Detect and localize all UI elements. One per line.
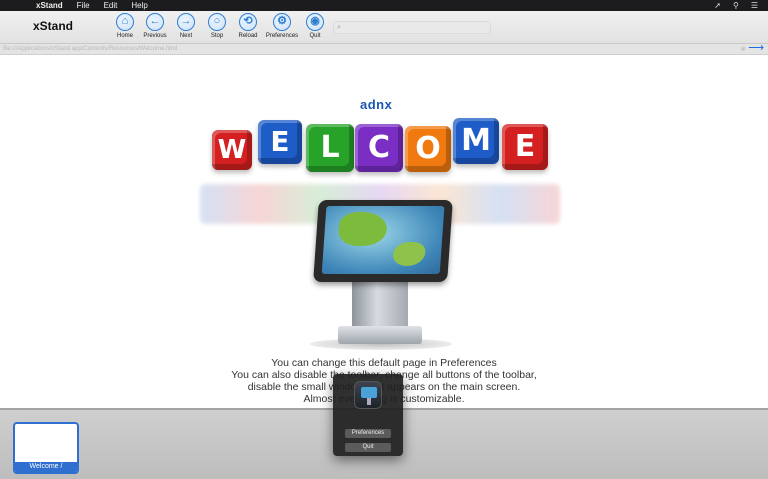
- reload-icon: ⟲: [239, 13, 257, 31]
- kiosk-screen: [313, 200, 453, 282]
- menu-help[interactable]: Help: [131, 0, 147, 11]
- adnx-logo: adnx: [360, 97, 393, 112]
- gear-icon: ⚙: [273, 13, 291, 31]
- welcome-block-4: C: [355, 124, 403, 172]
- continent-shape: [337, 212, 389, 246]
- welcome-block-6: M: [453, 118, 499, 164]
- screen-shape: [361, 387, 377, 398]
- menu-app-name[interactable]: xStand: [36, 0, 63, 11]
- tab-thumbnail-welcome[interactable]: Welcome /: [13, 422, 79, 474]
- popup-quit-button[interactable]: Quit: [345, 443, 391, 452]
- welcome-block-2: E: [258, 120, 302, 164]
- cursor-icon[interactable]: ➚: [714, 1, 721, 10]
- stand-shape: [367, 398, 371, 405]
- welcome-block-3: L: [306, 124, 354, 172]
- globe-quit-icon: ◉: [306, 13, 324, 31]
- web-content: adnx WELCOME You can change this default…: [0, 56, 768, 408]
- globe-icon: ⌂: [116, 13, 134, 31]
- kiosk-stand: [352, 279, 408, 331]
- menu-file[interactable]: File: [77, 0, 90, 11]
- welcome-block-7: E: [502, 124, 548, 170]
- status-icons: ➚ ⚲ ☰: [714, 0, 758, 11]
- arrow-go-icon[interactable]: ⟶: [748, 43, 764, 54]
- popup-preferences-button[interactable]: Preferences: [345, 429, 391, 438]
- quit-button[interactable]: ◉ Quit: [295, 13, 335, 39]
- text-line: You can change this default page in Pref…: [271, 357, 497, 369]
- search-icon[interactable]: ⚲: [733, 1, 739, 10]
- arrow-left-icon: ←: [146, 13, 164, 31]
- toolbar: xStand ⌂ Home ← Previous → Next ○ Stop ⟲…: [0, 11, 768, 44]
- small-window-popup: Preferences Quit: [333, 374, 403, 456]
- clear-icon[interactable]: ⊗: [740, 44, 746, 55]
- menu-bar: xStand File Edit Help ➚ ⚲ ☰: [0, 0, 768, 11]
- xstand-app-icon: [354, 381, 382, 409]
- search-field[interactable]: ⌕: [333, 21, 491, 34]
- menu-list-icon[interactable]: ☰: [751, 1, 758, 10]
- url-field[interactable]: file:///Applications/xStand.app/Contents…: [3, 44, 177, 55]
- continent-shape: [392, 242, 426, 266]
- menu-edit[interactable]: Edit: [104, 0, 118, 11]
- stop-icon: ○: [208, 13, 226, 31]
- tab-label: Welcome /: [15, 462, 77, 472]
- app-title: xStand: [33, 19, 74, 33]
- world-map-image: [321, 206, 445, 274]
- quit-label: Quit: [309, 33, 321, 39]
- kiosk-base: [338, 326, 422, 344]
- welcome-block-5: O: [405, 126, 451, 172]
- address-bar: file:///Applications/xStand.app/Contents…: [0, 43, 768, 55]
- arrow-right-icon: →: [177, 13, 195, 31]
- welcome-block-1: W: [212, 130, 252, 170]
